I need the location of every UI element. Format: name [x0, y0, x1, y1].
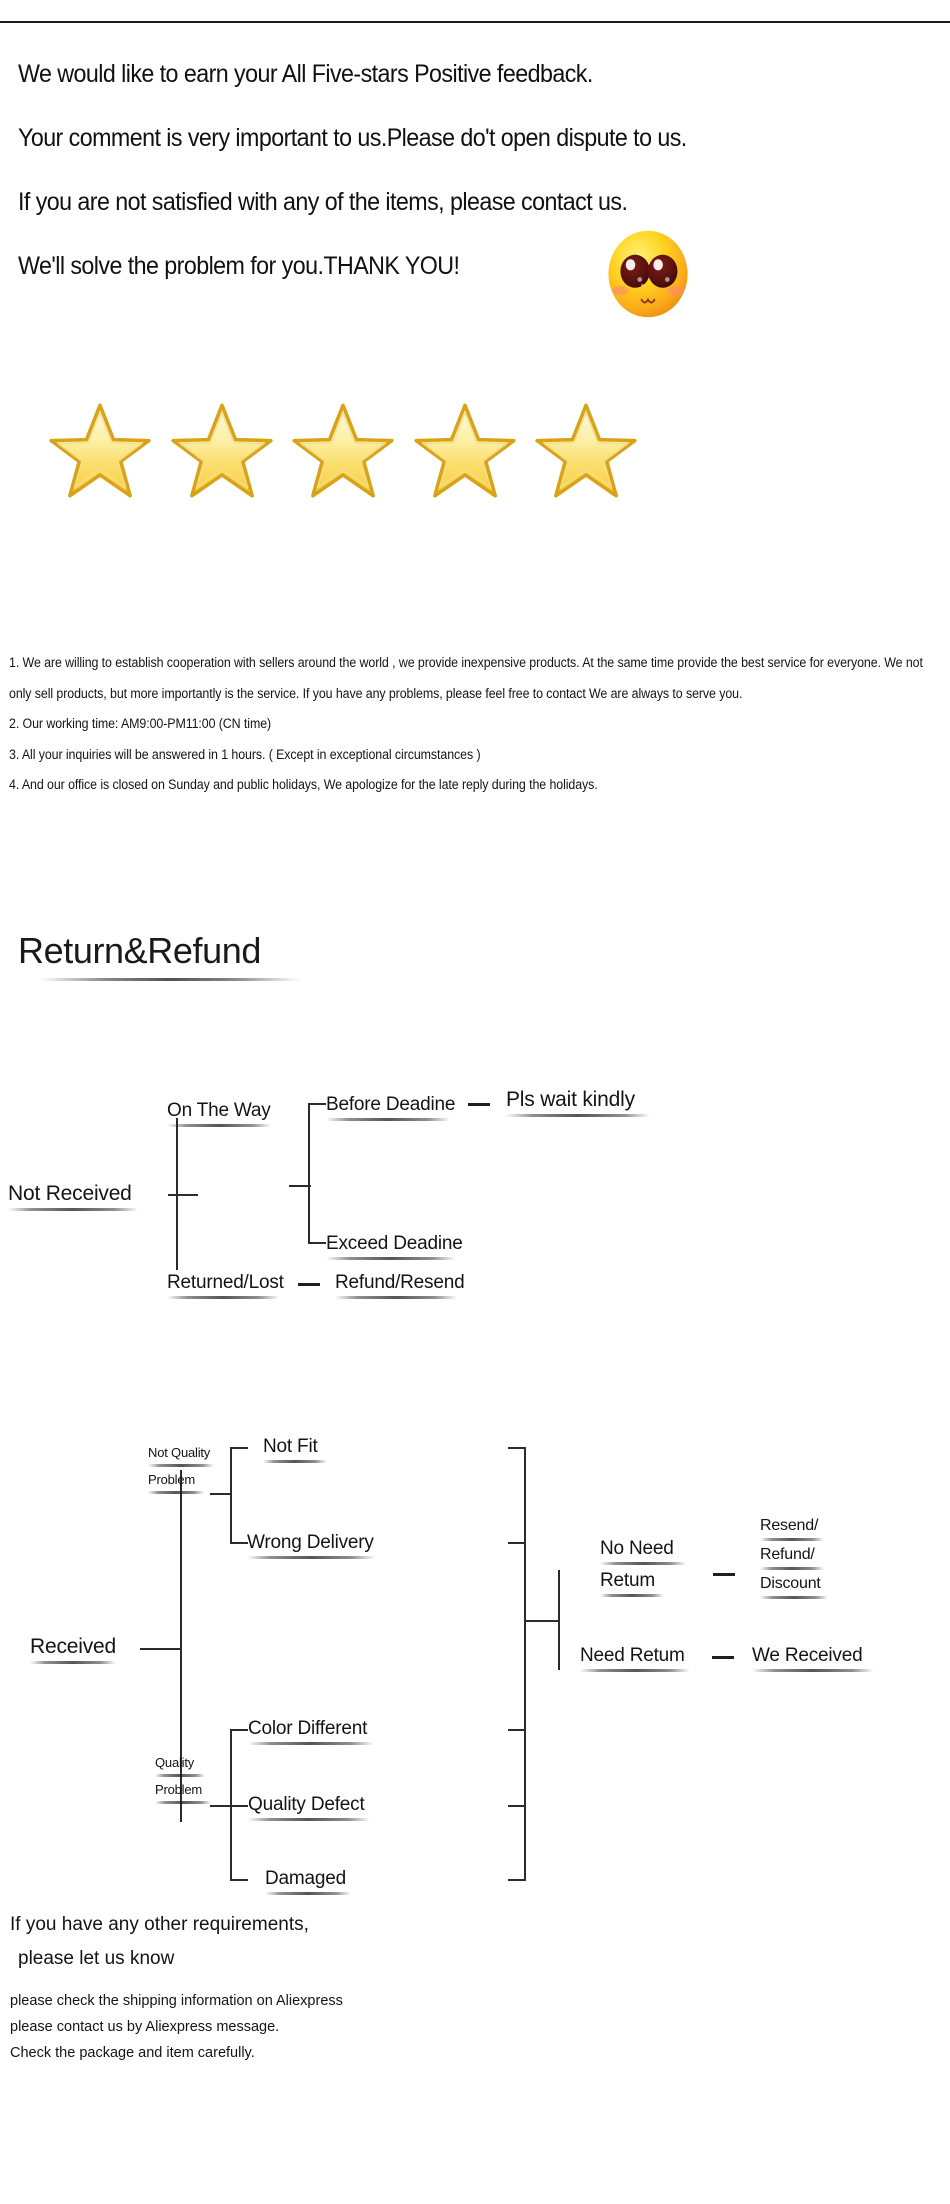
connector-before-deadline	[308, 1103, 326, 1105]
node-underline	[265, 1892, 351, 1895]
hero-line-2: Your comment is very important to us.Ple…	[18, 124, 687, 152]
star-icon-2	[170, 403, 273, 498]
connector-collect-color-different	[508, 1729, 526, 1731]
connector-quality-defect	[230, 1805, 248, 1807]
node-underline	[148, 1464, 214, 1467]
node-resend-refund-discount: Resend/ Refund/ Discount	[760, 1514, 828, 1599]
node-underline	[506, 1114, 650, 1117]
connector-collect-not-fit	[508, 1447, 526, 1449]
node-no-need-return: No Need Retum	[600, 1536, 686, 1597]
connector-dash-pls-wait	[468, 1103, 490, 1106]
node-need-return: Need Retum	[580, 1643, 690, 1672]
feedback-appeal-block: We would like to earn your All Five-star…	[18, 42, 918, 298]
node-before-deadline: Before Deadine	[326, 1092, 455, 1121]
node-not-quality-problem: Not Quality Problem	[148, 1442, 214, 1494]
node-returned-lost: Returned/Lost	[167, 1270, 284, 1299]
node-wrong-delivery: Wrong Delivery	[247, 1530, 375, 1559]
node-underline	[263, 1460, 327, 1463]
node-underline	[167, 1296, 279, 1299]
footer-spacer	[10, 1976, 710, 1988]
connector-collect-damaged	[508, 1879, 526, 1881]
node-received: Received	[30, 1634, 116, 1664]
node-underline	[760, 1538, 824, 1541]
policy-item-2: 2. Our working time: AM9:00-PM11:00 (CN …	[9, 716, 272, 731]
footer-note-1: please check the shipping information on…	[10, 1993, 343, 2009]
connector-exceed-deadline	[308, 1242, 326, 1244]
node-underline	[155, 1774, 205, 1777]
starry-eyed-blushing-face-emoji	[608, 230, 688, 318]
footer-note-3: Check the package and item carefully.	[10, 2045, 255, 2061]
star-icon-3	[292, 403, 394, 498]
footer-note-2: please contact us by Aliexpress message.	[10, 2019, 280, 2035]
node-underline	[8, 1208, 138, 1211]
node-underline	[752, 1669, 874, 1672]
policy-item-4: 4. And our office is closed on Sunday an…	[9, 777, 598, 792]
connector-nqp-stub	[210, 1493, 232, 1495]
top-divider	[0, 21, 950, 23]
node-underline	[326, 1118, 450, 1121]
node-underline	[167, 1124, 271, 1127]
node-quality-problem: Quality Problem	[155, 1752, 211, 1804]
connector-dash-resend	[713, 1573, 735, 1576]
page-title: Return&Refund	[18, 930, 261, 971]
connector-nqp-bracket	[230, 1448, 232, 1544]
node-exceed-deadline: Exceed Deadine	[326, 1231, 463, 1260]
node-underline	[248, 1818, 370, 1821]
node-color-different: Color Different	[248, 1716, 374, 1745]
star-icon-1	[49, 403, 151, 498]
heading-underline	[40, 978, 300, 981]
footer-headline-1: If you have any other requirements,	[10, 1914, 309, 1935]
policy-item-3: 3. All your inquiries will be answered i…	[9, 746, 481, 762]
node-underline	[247, 1556, 375, 1559]
connector-collect-quality-defect	[508, 1805, 526, 1807]
node-pls-wait-kindly: Pls wait kindly	[506, 1087, 650, 1117]
node-not-fit: Not Fit	[263, 1434, 327, 1463]
footer-headline-2: please let us know	[18, 1948, 175, 1969]
node-not-received: Not Received	[8, 1181, 138, 1211]
node-we-received: We Received	[752, 1643, 874, 1672]
hero-line-4: We'll solve the problem for you.THANK YO…	[18, 252, 460, 280]
node-underline	[326, 1257, 456, 1260]
star-icon-5	[535, 403, 637, 498]
connector-not-fit	[230, 1447, 248, 1449]
node-underline	[30, 1661, 116, 1664]
node-underline	[760, 1596, 828, 1599]
node-underline	[760, 1567, 824, 1570]
connector-color-different	[230, 1729, 248, 1731]
connector-damaged	[230, 1879, 248, 1881]
node-damaged: Damaged	[265, 1866, 351, 1895]
connector-collector-out	[524, 1620, 560, 1622]
star-icon-4	[413, 403, 516, 498]
node-underline	[600, 1594, 664, 1597]
connector-otw-bracket	[308, 1104, 310, 1244]
connector-return-bracket	[558, 1570, 560, 1670]
node-underline	[335, 1296, 457, 1299]
node-underline	[155, 1801, 211, 1804]
return-refund-heading: Return&Refund	[18, 930, 300, 981]
connector-spine-1	[176, 1118, 178, 1270]
connector-received-stub	[140, 1648, 182, 1650]
footer-notes: If you have any other requirements, plea…	[10, 1908, 710, 2066]
connector-collect-wrong-delivery	[508, 1542, 526, 1544]
node-underline	[248, 1742, 374, 1745]
connector-collector-bracket	[524, 1447, 526, 1881]
policy-item-1: 1. We are willing to establish cooperati…	[9, 655, 923, 701]
node-quality-defect: Quality Defect	[248, 1792, 370, 1821]
hero-line-1: We would like to earn your All Five-star…	[18, 60, 593, 88]
product-description-page: We would like to earn your All Five-star…	[0, 0, 950, 2204]
service-policy-list: 1. We are willing to establish cooperati…	[9, 648, 941, 801]
connector-dash-we-received	[712, 1656, 734, 1659]
node-underline	[580, 1669, 690, 1672]
node-underline	[600, 1562, 686, 1565]
five-star-rating	[48, 390, 638, 510]
connector-qp-stub	[210, 1805, 232, 1807]
connector-root-stub	[168, 1194, 198, 1196]
node-on-the-way: On The Way	[167, 1098, 271, 1127]
connector-wrong-delivery	[230, 1542, 248, 1544]
node-refund-resend: Refund/Resend	[335, 1270, 465, 1299]
hero-line-3: If you are not satisfied with any of the…	[18, 188, 628, 216]
connector-dash-refund-resend	[298, 1283, 320, 1286]
node-underline	[148, 1491, 204, 1494]
